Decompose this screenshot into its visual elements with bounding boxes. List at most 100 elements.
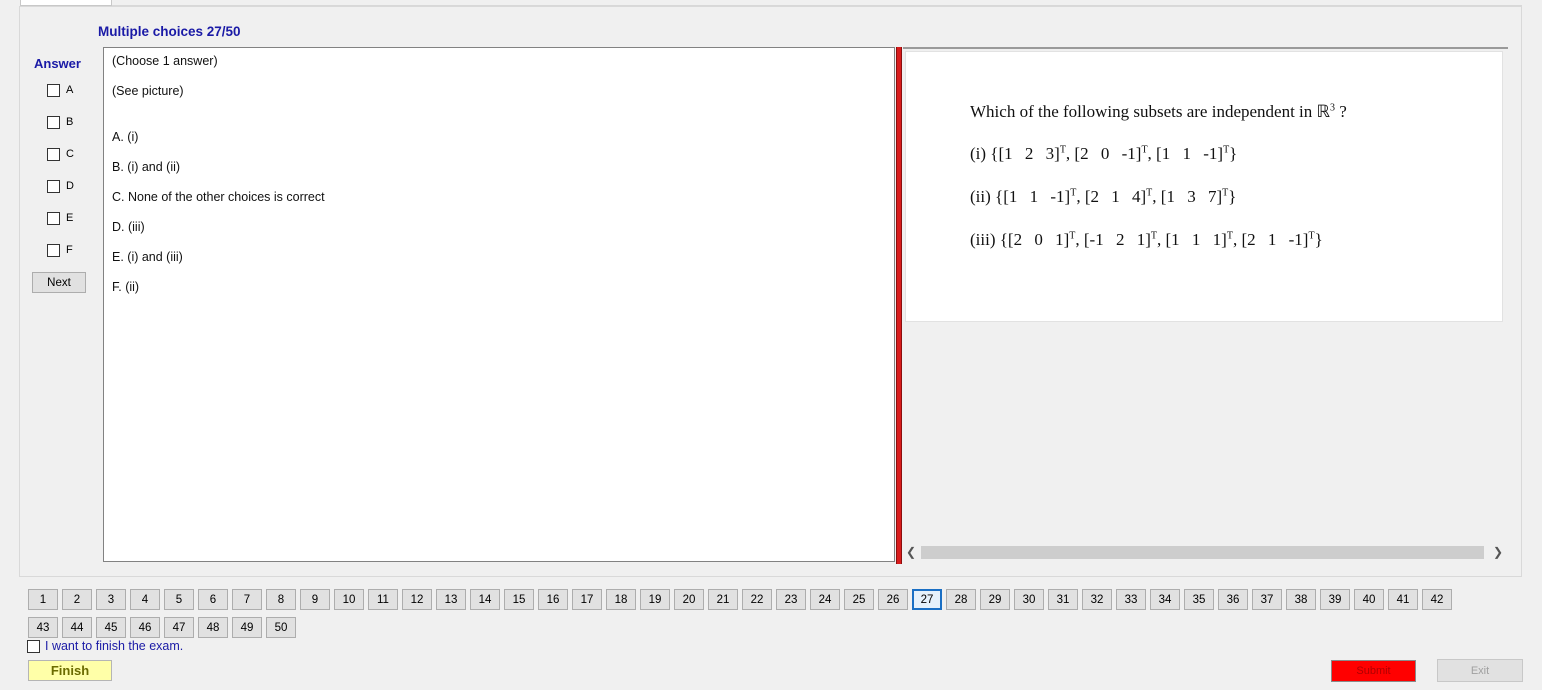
subset-label: (i) <box>970 144 987 163</box>
answer-option-f[interactable]: F <box>47 242 73 258</box>
vector-entries: -1 2 1 <box>1089 230 1146 249</box>
question-button-49[interactable]: 49 <box>232 617 262 638</box>
question-button-6[interactable]: 6 <box>198 589 228 610</box>
answer-option-label: E <box>66 212 74 224</box>
question-button-28[interactable]: 28 <box>946 589 976 610</box>
question-button-15[interactable]: 15 <box>504 589 534 610</box>
answer-option-label: D <box>66 180 74 192</box>
question-button-31[interactable]: 31 <box>1048 589 1078 610</box>
checkbox-icon[interactable] <box>47 83 60 97</box>
checkbox-icon[interactable] <box>47 115 60 129</box>
subset-label: (ii) <box>970 187 991 206</box>
submit-button[interactable]: Submit <box>1331 660 1416 682</box>
answer-option-c[interactable]: C <box>47 146 74 162</box>
finish-exam-checkbox[interactable]: I want to finish the exam. <box>27 639 183 653</box>
transpose-mark: T <box>1222 187 1229 199</box>
answer-option-label: B <box>66 116 74 128</box>
question-button-16[interactable]: 16 <box>538 589 568 610</box>
question-button-2[interactable]: 2 <box>62 589 92 610</box>
question-button-1[interactable]: 1 <box>28 589 58 610</box>
vector-entries: 2 1 -1 <box>1247 230 1303 249</box>
question-button-42[interactable]: 42 <box>1422 589 1452 610</box>
question-button-44[interactable]: 44 <box>62 617 92 638</box>
answer-option-b[interactable]: B <box>47 114 73 130</box>
question-button-50[interactable]: 50 <box>266 617 296 638</box>
vector-entries: 2 0 -1 <box>1080 144 1136 163</box>
checkbox-icon[interactable] <box>27 639 40 653</box>
question-button-39[interactable]: 39 <box>1320 589 1350 610</box>
vector-entries: 2 0 1 <box>1013 230 1064 249</box>
question-button-26[interactable]: 26 <box>878 589 908 610</box>
answer-option-e[interactable]: E <box>47 210 73 226</box>
question-button-38[interactable]: 38 <box>1286 589 1316 610</box>
transpose-mark: T <box>1059 144 1066 156</box>
question-button-34[interactable]: 34 <box>1150 589 1180 610</box>
question-button-46[interactable]: 46 <box>130 617 160 638</box>
finish-button[interactable]: Finish <box>28 660 112 681</box>
question-button-21[interactable]: 21 <box>708 589 738 610</box>
question-button-3[interactable]: 3 <box>96 589 126 610</box>
checkbox-icon[interactable] <box>47 147 60 161</box>
answer-label: Answer <box>34 56 81 71</box>
next-button[interactable]: Next <box>32 272 86 293</box>
question-button-17[interactable]: 17 <box>572 589 602 610</box>
question-button-19[interactable]: 19 <box>640 589 670 610</box>
question-button-40[interactable]: 40 <box>1354 589 1384 610</box>
question-button-7[interactable]: 7 <box>232 589 262 610</box>
question-button-45[interactable]: 45 <box>96 617 126 638</box>
question-button-35[interactable]: 35 <box>1184 589 1214 610</box>
scroll-left-icon[interactable]: ❮ <box>903 544 919 561</box>
question-button-25[interactable]: 25 <box>844 589 874 610</box>
question-button-27[interactable]: 27 <box>912 589 942 610</box>
question-button-37[interactable]: 37 <box>1252 589 1282 610</box>
question-button-9[interactable]: 9 <box>300 589 330 610</box>
question-button-43[interactable]: 43 <box>28 617 58 638</box>
question-button-23[interactable]: 23 <box>776 589 806 610</box>
answer-option-d[interactable]: D <box>47 178 74 194</box>
question-button-10[interactable]: 10 <box>334 589 364 610</box>
question-button-41[interactable]: 41 <box>1388 589 1418 610</box>
picture-subset-3: (iii) {[2 0 1]T, [-1 2 1]T, [1 1 1]T, [2… <box>970 230 1323 249</box>
choice-item: F. (ii) <box>112 280 140 294</box>
transpose-mark: T <box>1223 144 1230 156</box>
question-button-48[interactable]: 48 <box>198 617 228 638</box>
question-button-13[interactable]: 13 <box>436 589 466 610</box>
question-button-22[interactable]: 22 <box>742 589 772 610</box>
question-button-5[interactable]: 5 <box>164 589 194 610</box>
checkbox-icon[interactable] <box>47 243 60 257</box>
question-button-32[interactable]: 32 <box>1082 589 1112 610</box>
question-button-24[interactable]: 24 <box>810 589 840 610</box>
vector-entries: 1 3 7 <box>1166 187 1217 206</box>
checkbox-icon[interactable] <box>47 179 60 193</box>
answer-option-a[interactable]: A <box>47 82 73 98</box>
scroll-right-icon[interactable]: ❯ <box>1490 544 1506 561</box>
subset-label: (iii) <box>970 230 996 249</box>
transpose-mark: T <box>1141 144 1148 156</box>
choice-item: A. (i) <box>112 130 139 144</box>
question-button-36[interactable]: 36 <box>1218 589 1248 610</box>
question-picture: Which of the following subsets are indep… <box>905 51 1503 322</box>
choices-textbox[interactable]: (Choose 1 answer) (See picture) A. (i) B.… <box>103 47 895 562</box>
question-button-33[interactable]: 33 <box>1116 589 1146 610</box>
question-button-8[interactable]: 8 <box>266 589 296 610</box>
transpose-mark: T <box>1150 230 1157 242</box>
question-button-4[interactable]: 4 <box>130 589 160 610</box>
question-button-14[interactable]: 14 <box>470 589 500 610</box>
exit-button[interactable]: Exit <box>1437 659 1523 682</box>
vector-entries: 2 1 4 <box>1090 187 1141 206</box>
question-button-47[interactable]: 47 <box>164 617 194 638</box>
question-button-29[interactable]: 29 <box>980 589 1010 610</box>
picture-question: Which of the following subsets are indep… <box>970 102 1347 121</box>
question-button-11[interactable]: 11 <box>368 589 398 610</box>
finish-exam-label: I want to finish the exam. <box>45 639 184 653</box>
panel-splitter[interactable] <box>896 47 902 564</box>
scrollbar-thumb[interactable] <box>921 546 1484 559</box>
question-button-30[interactable]: 30 <box>1014 589 1044 610</box>
horizontal-scrollbar[interactable]: ❮ ❯ <box>903 544 1508 561</box>
checkbox-icon[interactable] <box>47 211 60 225</box>
picture-subset-1: (i) {[1 2 3]T, [2 0 -1]T, [1 1 -1]T} <box>970 144 1238 163</box>
question-button-18[interactable]: 18 <box>606 589 636 610</box>
question-button-12[interactable]: 12 <box>402 589 432 610</box>
transpose-mark: T <box>1070 187 1077 199</box>
question-button-20[interactable]: 20 <box>674 589 704 610</box>
